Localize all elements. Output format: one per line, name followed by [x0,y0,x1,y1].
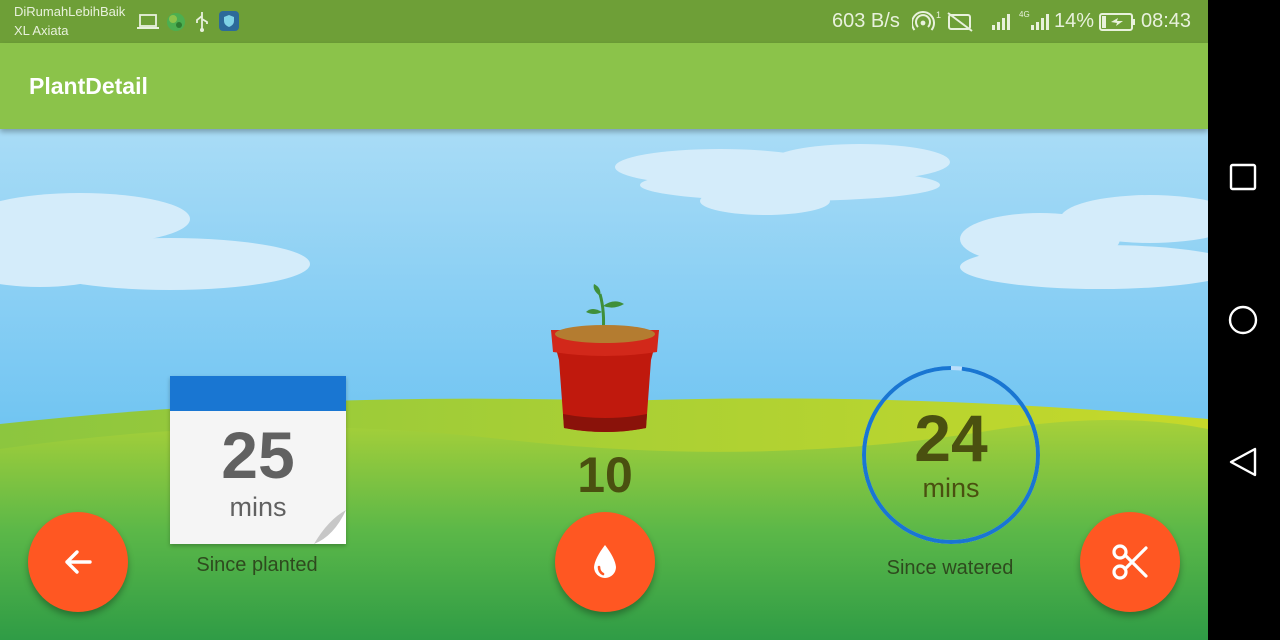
carrier-name: DiRumahLebihBaik [14,4,126,19]
clock: 08:43 [1141,10,1192,32]
navigation-bar [1208,0,1280,640]
sim-slot-label: 1 [936,10,941,20]
plant-pot-icon [551,284,659,432]
signal-icon [992,14,1010,30]
planted-calendar-card: 25 mins [170,376,346,544]
home-icon[interactable] [1226,302,1262,338]
planted-caption: Since planted [196,554,318,576]
usb-icon [196,12,208,32]
plant-scene: 25 mins Since planted 10 24 mins Since w… [0,129,1208,640]
planted-minutes-value: 25 [221,418,295,492]
watered-minutes-unit: mins [922,473,980,503]
status-bar: DiRumahLebihBaik XL Axiata 603 B/s 1 4G [0,0,1208,43]
arrow-back-icon [65,550,92,574]
battery-percent: 14% [1054,10,1095,32]
laptop-icon [137,14,159,29]
hotspot-icon: 1 [912,10,941,31]
watered-caption: Since watered [886,557,1014,579]
scissors-icon [1112,544,1148,580]
globe-icon [167,13,185,31]
lte-label: 4G [1019,10,1030,19]
battery-charging-icon [1099,13,1135,31]
page-title: PlantDetail [29,73,148,99]
recents-icon[interactable] [1226,160,1262,196]
water-count: 10 [577,447,633,503]
cut-button[interactable] [1080,512,1180,612]
app-bar: PlantDetail [0,43,1208,129]
lte-signal-icon [1031,14,1049,30]
water-button[interactable] [555,512,655,612]
water-drop-icon [594,545,616,578]
calendar-header [170,376,346,411]
shield-app-icon [219,11,239,31]
cloud-top [615,144,950,215]
back-button[interactable] [28,512,128,612]
network-speed: 603 B/s [832,10,900,32]
back-triangle-icon[interactable] [1226,444,1262,480]
cloud-left [0,193,310,290]
page-curl-icon [314,510,346,544]
watered-minutes-value: 24 [914,401,988,475]
no-sim-icon [947,12,973,32]
carrier-operator: XL Axiata [14,23,69,38]
cloud-right [960,195,1208,289]
